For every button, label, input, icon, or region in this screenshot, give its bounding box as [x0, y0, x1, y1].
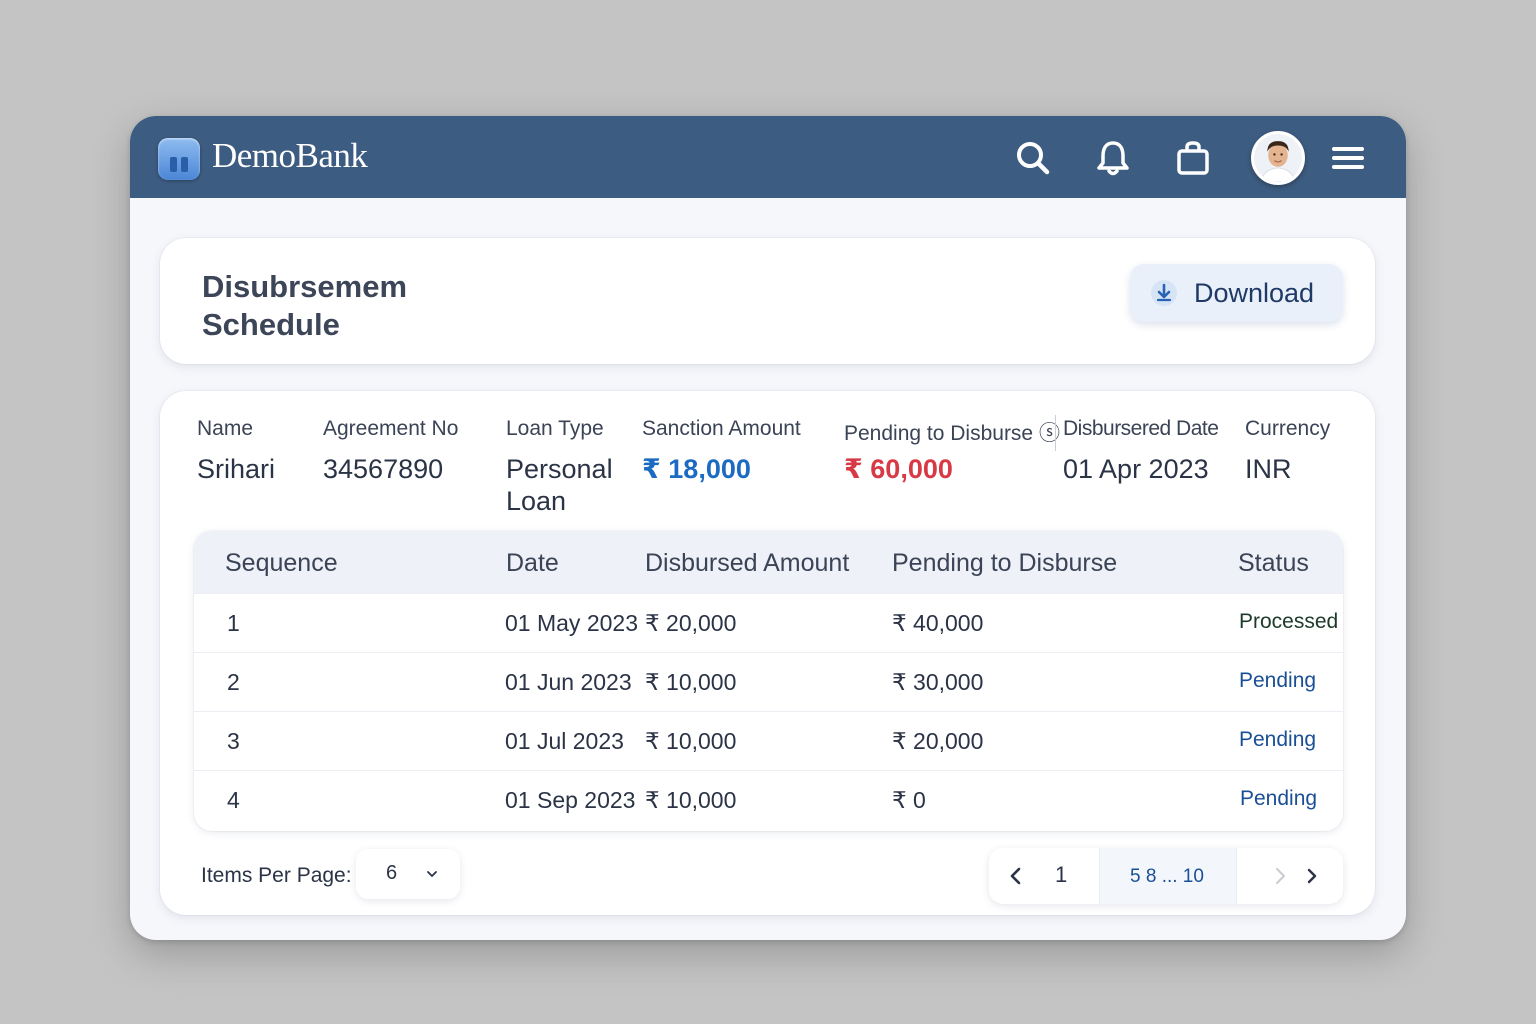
currency-value: INR [1245, 454, 1292, 484]
page-range-links[interactable]: 5 8 ... 10 [1130, 866, 1204, 888]
disbursement-table: Sequence Date Disbursed Amount Pending t… [194, 531, 1343, 831]
column-header-sequence[interactable]: Sequence [225, 549, 338, 578]
agreement-value: 34567890 [323, 454, 444, 484]
disbursed-date-value: 01 Apr 2023 [1063, 454, 1209, 484]
disbursed-date-label: Disbursered Date [1063, 417, 1219, 440]
download-icon [1151, 280, 1177, 306]
table-row[interactable]: 4 01 Sep 2023 ₹ 10,000 ₹ 0 Pending [194, 770, 1343, 829]
app-window: DemoBank Disubrsemem Schedule Download N… [130, 116, 1406, 940]
pagination: 1 5 8 ... 10 [989, 848, 1343, 904]
table-row[interactable]: 3 01 Jul 2023 ₹ 10,000 ₹ 20,000 Pending [194, 711, 1343, 770]
column-header-pending[interactable]: Pending to Disburse [892, 549, 1117, 578]
status-badge: Processed [1239, 610, 1339, 633]
search-icon[interactable] [1013, 138, 1053, 178]
name-label: Name [197, 417, 254, 440]
shopping-bag-icon[interactable] [1173, 138, 1213, 178]
cell-sequence: 1 [227, 610, 240, 636]
top-navbar: DemoBank [130, 116, 1406, 198]
currency-label: Currency [1245, 417, 1331, 440]
cell-sequence: 3 [227, 728, 240, 754]
page-header-card: Disubrsemem Schedule Download [160, 238, 1375, 364]
page-title: Disubrsemem Schedule [202, 269, 408, 342]
chevron-down-icon [427, 871, 437, 877]
agreement-label: Agreement No [323, 417, 459, 440]
brand-name[interactable]: DemoBank [212, 136, 368, 176]
chevron-left-icon[interactable] [1003, 863, 1029, 889]
schedule-card: Name Srihari Agreement No 34567890 Loan … [160, 391, 1375, 915]
user-avatar[interactable] [1251, 131, 1305, 185]
info-divider [1055, 415, 1056, 451]
cell-date: 01 Jul 2023 [505, 728, 624, 754]
cell-date: 01 Jun 2023 [505, 669, 632, 695]
cell-disbursed: ₹ 20,000 [645, 610, 737, 636]
bank-logo-icon[interactable] [158, 138, 200, 180]
cell-pending: ₹ 0 [892, 787, 926, 813]
cell-sequence: 4 [227, 787, 240, 813]
items-per-page-value: 6 [386, 862, 398, 884]
cell-pending: ₹ 30,000 [892, 669, 984, 695]
loan-type-label: Loan Type [506, 417, 604, 440]
column-header-date[interactable]: Date [506, 549, 559, 578]
sanction-label: Sanction Amount [642, 417, 801, 440]
download-label: Download [1194, 277, 1315, 308]
cell-disbursed: ₹ 10,000 [645, 728, 737, 754]
status-badge: Pending [1239, 728, 1317, 751]
cell-date: 01 May 2023 [505, 610, 638, 636]
table-row[interactable]: 2 01 Jun 2023 ₹ 10,000 ₹ 30,000 Pending [194, 652, 1343, 711]
cell-pending: ₹ 20,000 [892, 728, 984, 754]
loan-type-value: Personal Loan [506, 454, 613, 516]
items-per-page-label: Items Per Page: [201, 864, 352, 887]
table-row[interactable]: 1 01 May 2023 ₹ 20,000 ₹ 40,000 Processe… [194, 593, 1343, 652]
cell-disbursed: ₹ 10,000 [645, 787, 737, 813]
status-badge: Pending [1240, 787, 1318, 810]
items-per-page-select[interactable]: 6 [356, 849, 460, 899]
menu-icon[interactable] [1328, 138, 1368, 178]
name-value: Srihari [197, 454, 276, 484]
bell-icon[interactable] [1093, 138, 1133, 178]
current-page[interactable]: 1 [1055, 862, 1067, 888]
page-range: 5 8 ... 10 [1099, 848, 1237, 904]
cell-disbursed: ₹ 10,000 [645, 669, 737, 695]
cell-pending: ₹ 40,000 [892, 610, 984, 636]
column-header-disbursed[interactable]: Disbursed Amount [645, 549, 849, 578]
column-header-status[interactable]: Status [1238, 549, 1309, 578]
download-button[interactable]: Download [1130, 264, 1343, 322]
pending-label: Pending to Disburse ⓢ [844, 422, 1060, 445]
sanction-value: ₹ 18,000 [642, 454, 751, 484]
cell-sequence: 2 [227, 669, 240, 695]
cell-date: 01 Sep 2023 [505, 787, 636, 813]
status-badge: Pending [1239, 669, 1317, 692]
chevron-right-icon[interactable] [1299, 863, 1325, 889]
chevron-right-faded-icon [1276, 868, 1285, 884]
table-header: Sequence Date Disbursed Amount Pending t… [194, 531, 1343, 593]
pending-value: ₹ 60,000 [844, 454, 953, 484]
